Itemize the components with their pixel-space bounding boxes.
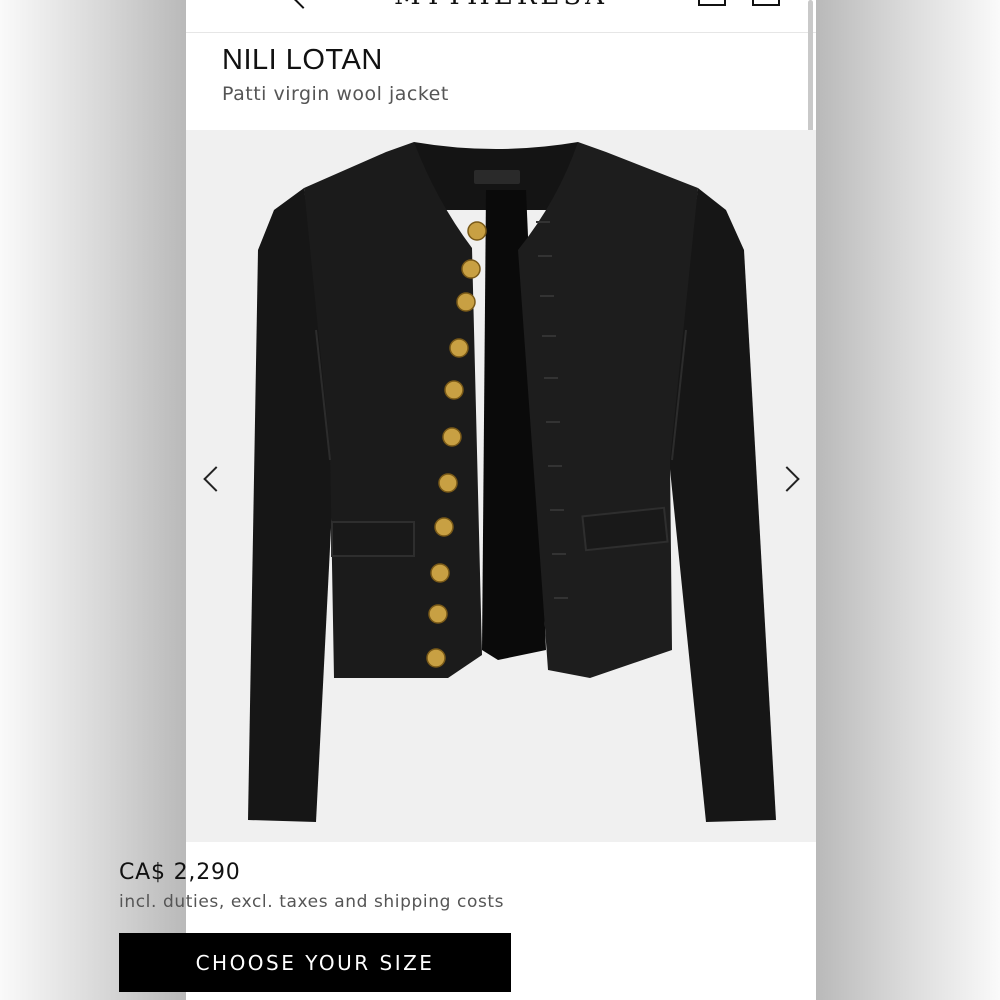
product-image-gallery[interactable] xyxy=(186,130,816,842)
brand-name[interactable]: NILI LOTAN xyxy=(222,44,383,77)
choose-size-button[interactable]: CHOOSE YOUR SIZE xyxy=(119,933,511,992)
back-icon[interactable] xyxy=(293,0,313,9)
top-navigation: MYTHERESA xyxy=(186,0,816,33)
product-image-jacket xyxy=(248,142,776,822)
background-left xyxy=(0,0,186,1000)
price-note: incl. duties, excl. taxes and shipping c… xyxy=(119,892,505,912)
menu-icon[interactable] xyxy=(222,0,256,4)
product-price: CA$ 2,290 xyxy=(119,860,241,885)
product-name: Patti virgin wool jacket xyxy=(222,83,449,105)
bag-icon[interactable] xyxy=(752,0,780,6)
product-page: MYTHERESA NILI LOTAN Patti virgin wool j… xyxy=(186,0,816,1000)
background-right xyxy=(816,0,1000,1000)
account-icon[interactable] xyxy=(698,0,726,6)
site-logo[interactable]: MYTHERESA xyxy=(376,0,626,9)
